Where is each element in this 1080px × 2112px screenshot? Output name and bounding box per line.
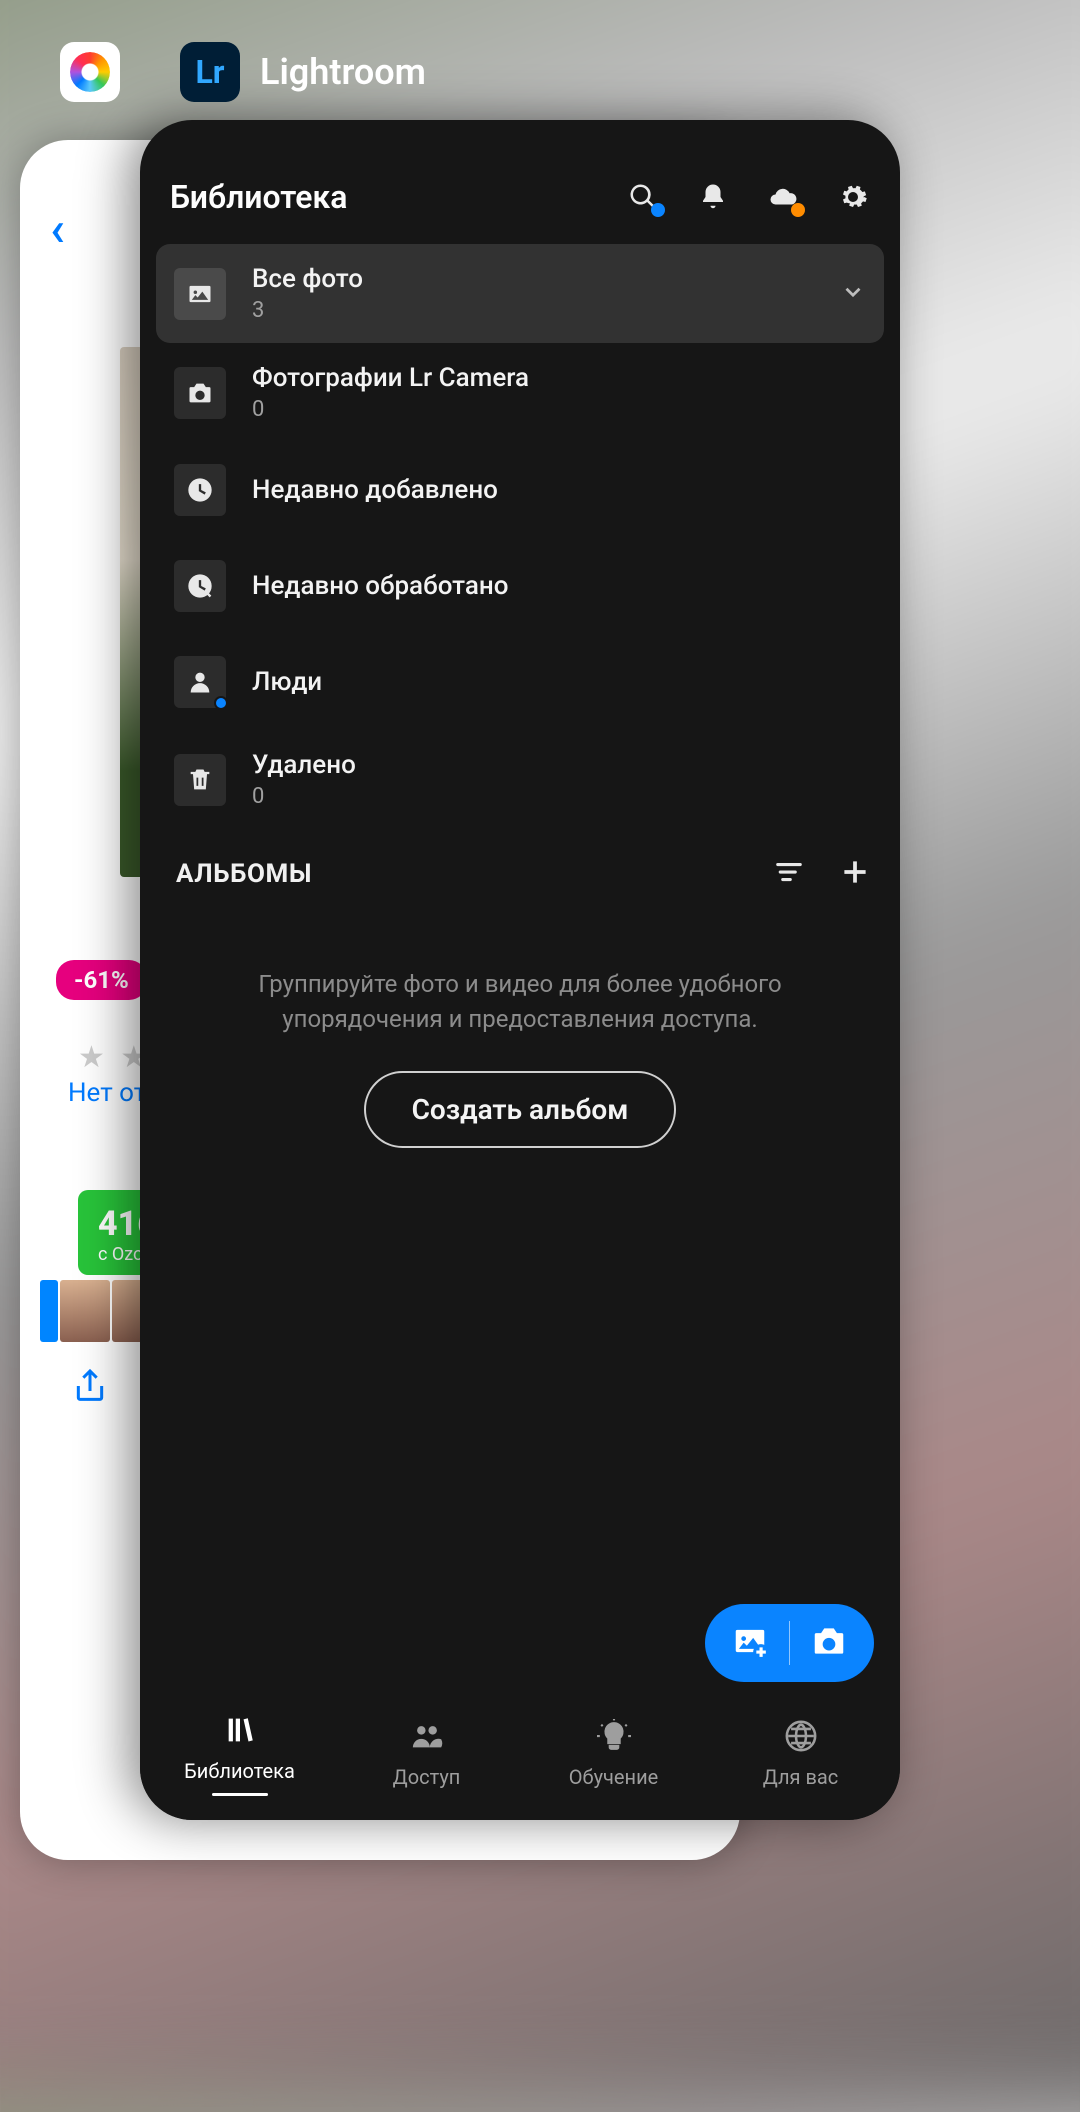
nav-globe[interactable]: Для вас <box>707 1719 894 1789</box>
books-icon <box>223 1713 257 1751</box>
search-icon[interactable] <box>626 180 660 214</box>
photos-flower-icon <box>70 52 110 92</box>
add-album-icon[interactable] <box>840 857 870 891</box>
library-item-count: 0 <box>252 784 866 809</box>
discount-badge: -61% <box>56 960 147 1000</box>
nav-label: Для вас <box>763 1765 838 1789</box>
person-icon <box>174 656 226 708</box>
library-item-camera[interactable]: Фотографии Lr Camera 0 <box>156 343 884 442</box>
library-item-person[interactable]: Люди <box>156 634 884 730</box>
edit-clock-icon <box>174 560 226 612</box>
share-icon[interactable] <box>70 1365 110 1417</box>
library-item-text: Недавно обработано <box>252 571 866 601</box>
thumb[interactable] <box>40 1280 58 1342</box>
fab-divider <box>789 1621 791 1665</box>
lr-header: Библиотека <box>140 120 900 244</box>
albums-title: АЛЬБОМЫ <box>176 859 312 889</box>
albums-empty-state: Группируйте фото и видео для более удобн… <box>140 907 900 1188</box>
bottom-nav: Библиотека Доступ Обучение Для вас <box>140 1694 900 1820</box>
library-item-label: Недавно обработано <box>252 571 866 601</box>
library-item-image[interactable]: Все фото 3 <box>156 244 884 343</box>
library-item-text: Люди <box>252 667 866 697</box>
bulb-icon <box>597 1719 631 1757</box>
library-item-label: Люди <box>252 667 866 697</box>
nav-underline <box>212 1793 268 1796</box>
photos-app-icon[interactable] <box>60 42 120 102</box>
library-item-text: Недавно добавлено <box>252 475 866 505</box>
sync-badge <box>214 696 228 710</box>
thumb[interactable] <box>60 1280 110 1342</box>
library-item-label: Фотографии Lr Camera <box>252 363 866 393</box>
camera-icon <box>174 367 226 419</box>
cloud-warning-badge <box>791 203 805 217</box>
library-item-trash[interactable]: Удалено 0 <box>156 730 884 829</box>
library-item-count: 3 <box>252 298 814 323</box>
app-switcher-header: Lr Lightroom <box>0 42 1080 102</box>
library-item-text: Удалено 0 <box>252 750 866 809</box>
albums-actions <box>774 857 870 891</box>
search-badge <box>651 203 665 217</box>
library-item-text: Фотографии Lr Camera 0 <box>252 363 866 422</box>
lightroom-app-name: Lightroom <box>260 51 426 93</box>
library-item-edit-clock[interactable]: Недавно обработано <box>156 538 884 634</box>
nav-bulb[interactable]: Обучение <box>520 1719 707 1789</box>
clock-icon <box>174 464 226 516</box>
nav-label: Обучение <box>569 1765 658 1789</box>
back-chevron-icon[interactable]: ‹ <box>50 200 65 257</box>
page-title: Библиотека <box>170 178 347 216</box>
camera-icon[interactable] <box>810 1622 848 1664</box>
globe-icon <box>784 1719 818 1757</box>
nav-label: Доступ <box>393 1765 461 1789</box>
lightroom-card[interactable]: Библиотека Все фото 3 Фотографии Lr Camera… <box>140 120 900 1820</box>
import-photo-icon[interactable] <box>731 1622 769 1664</box>
chevron-down-icon <box>840 279 866 309</box>
library-item-label: Недавно добавлено <box>252 475 866 505</box>
trash-icon <box>174 754 226 806</box>
fab[interactable] <box>705 1604 875 1682</box>
albums-section-header: АЛЬБОМЫ <box>140 829 900 907</box>
bell-icon[interactable] <box>696 180 730 214</box>
library-item-clock[interactable]: Недавно добавлено <box>156 442 884 538</box>
image-icon <box>174 268 226 320</box>
empty-text: Группируйте фото и видео для более удобн… <box>200 967 840 1037</box>
gear-icon[interactable] <box>836 180 870 214</box>
library-list: Все фото 3 Фотографии Lr Camera 0 Недавно до… <box>140 244 900 829</box>
library-item-label: Все фото <box>252 264 814 294</box>
lightroom-app-group[interactable]: Lr Lightroom <box>180 42 426 102</box>
nav-people[interactable]: Доступ <box>333 1719 520 1789</box>
cloud-icon[interactable] <box>766 180 800 214</box>
sort-icon[interactable] <box>774 857 804 891</box>
library-item-text: Все фото 3 <box>252 264 814 323</box>
nav-label: Библиотека <box>184 1759 295 1783</box>
people-icon <box>410 1719 444 1757</box>
library-item-count: 0 <box>252 397 866 422</box>
nav-books[interactable]: Библиотека <box>146 1713 333 1796</box>
lightroom-app-icon: Lr <box>180 42 240 102</box>
create-album-button[interactable]: Создать альбом <box>364 1071 677 1148</box>
library-item-label: Удалено <box>252 750 866 780</box>
header-actions <box>626 180 870 214</box>
